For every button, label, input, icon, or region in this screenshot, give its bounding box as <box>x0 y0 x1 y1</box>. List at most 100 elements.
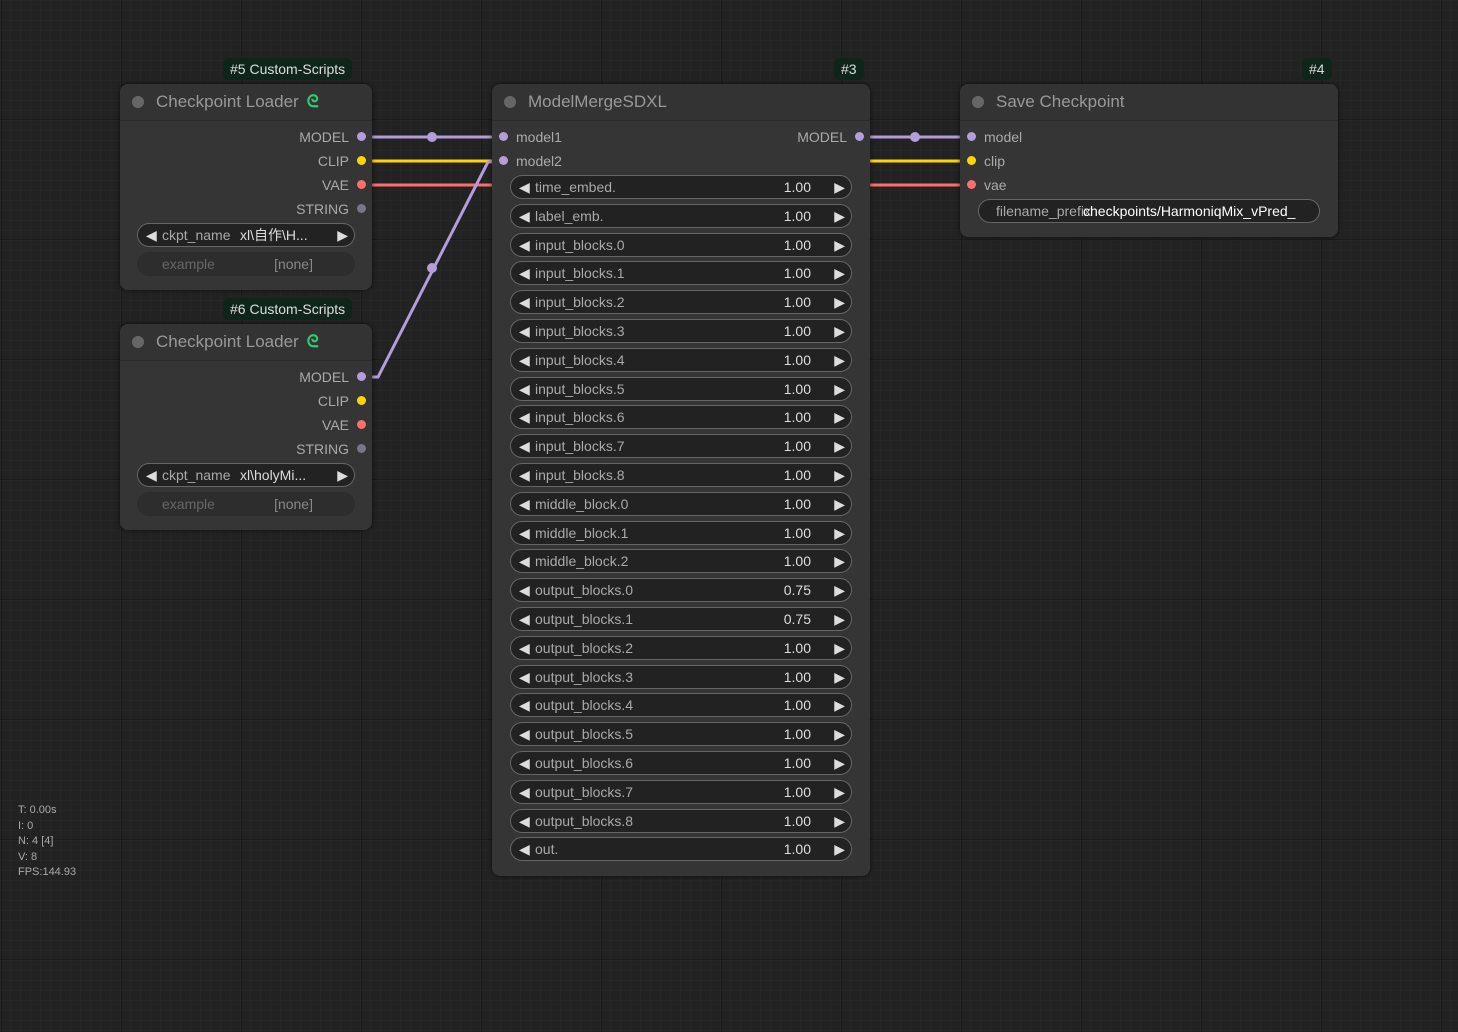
decrement-arrow-icon[interactable]: ◀ <box>519 666 530 688</box>
number-widget[interactable]: ◀ input_blocks.5 1.00 ▶ <box>510 376 852 401</box>
decrement-arrow-icon[interactable]: ◀ <box>519 205 530 227</box>
ckpt-name-combo[interactable]: ◀ ckpt_name xl\holyMi... ▶ <box>137 463 355 487</box>
node-title-bar[interactable]: Checkpoint Loader ᘓ <box>120 324 372 361</box>
decrement-arrow-icon[interactable]: ◀ <box>519 550 530 572</box>
number-widget[interactable]: ◀ input_blocks.4 1.00 ▶ <box>510 347 852 372</box>
number-widget[interactable]: ◀ input_blocks.1 1.00 ▶ <box>510 261 852 286</box>
input-model2[interactable]: model2 <box>499 151 562 171</box>
decrement-arrow-icon[interactable]: ◀ <box>519 723 530 745</box>
output-model[interactable]: MODEL <box>797 127 864 147</box>
increment-arrow-icon[interactable]: ▶ <box>834 752 845 774</box>
output-model[interactable]: MODEL <box>299 367 366 387</box>
decrement-arrow-icon[interactable]: ◀ <box>519 406 530 428</box>
decrement-arrow-icon[interactable]: ◀ <box>519 810 530 832</box>
decrement-arrow-icon[interactable]: ◀ <box>519 838 530 860</box>
increment-arrow-icon[interactable]: ▶ <box>834 522 845 544</box>
checkpoint-loader-node-6[interactable]: Checkpoint Loader ᘓ MODEL CLIP VAE STRING… <box>120 324 372 530</box>
output-string[interactable]: STRING <box>296 439 366 459</box>
filename-prefix-input[interactable]: filename_prefix checkpoints/HarmoniqMix_v… <box>978 199 1320 223</box>
increment-arrow-icon[interactable]: ▶ <box>834 723 845 745</box>
number-widget[interactable]: ◀ output_blocks.7 1.00 ▶ <box>510 779 852 804</box>
decrement-arrow-icon[interactable]: ◀ <box>519 435 530 457</box>
number-widget[interactable]: ◀ output_blocks.3 1.00 ▶ <box>510 664 852 689</box>
increment-arrow-icon[interactable]: ▶ <box>834 838 845 860</box>
input-vae[interactable]: vae <box>967 175 1007 195</box>
increment-arrow-icon[interactable]: ▶ <box>834 608 845 630</box>
decrement-arrow-icon[interactable]: ◀ <box>519 464 530 486</box>
increment-arrow-icon[interactable]: ▶ <box>834 435 845 457</box>
decrement-arrow-icon[interactable]: ◀ <box>519 176 530 198</box>
increment-arrow-icon[interactable]: ▶ <box>834 320 845 342</box>
increment-arrow-icon[interactable]: ▶ <box>834 464 845 486</box>
number-widget[interactable]: ◀ input_blocks.3 1.00 ▶ <box>510 319 852 343</box>
node-title-bar[interactable]: Save Checkpoint <box>960 84 1338 121</box>
number-widget[interactable]: ◀ input_blocks.2 1.00 ▶ <box>510 290 852 315</box>
number-widget[interactable]: ◀ input_blocks.7 1.00 ▶ <box>510 434 852 459</box>
increment-arrow-icon[interactable]: ▶ <box>834 810 845 832</box>
decrement-arrow-icon[interactable]: ◀ <box>519 608 530 630</box>
collapse-dot[interactable] <box>972 96 984 108</box>
output-clip[interactable]: CLIP <box>318 391 366 411</box>
number-widget[interactable]: ◀ output_blocks.1 0.75 ▶ <box>510 607 852 631</box>
decrement-arrow-icon[interactable]: ◀ <box>519 378 530 400</box>
increment-arrow-icon[interactable]: ▶ <box>834 493 845 515</box>
number-widget[interactable]: ◀ output_blocks.4 1.00 ▶ <box>510 693 852 718</box>
decrement-arrow-icon[interactable]: ◀ <box>519 752 530 774</box>
output-vae[interactable]: VAE <box>322 175 366 195</box>
increment-arrow-icon[interactable]: ▶ <box>834 349 845 371</box>
decrement-arrow-icon[interactable]: ◀ <box>519 579 530 601</box>
number-widget[interactable]: ◀ middle_block.2 1.00 ▶ <box>510 549 852 574</box>
increment-arrow-icon[interactable]: ▶ <box>834 781 845 803</box>
decrement-arrow-icon[interactable]: ◀ <box>519 262 530 284</box>
decrement-arrow-icon[interactable]: ◀ <box>519 320 530 342</box>
increment-arrow-icon[interactable]: ▶ <box>834 666 845 688</box>
number-widget[interactable]: ◀ output_blocks.2 1.00 ▶ <box>510 635 852 660</box>
decrement-arrow-icon[interactable]: ◀ <box>519 781 530 803</box>
number-widget[interactable]: ◀ middle_block.1 1.00 ▶ <box>510 520 852 545</box>
increment-arrow-icon[interactable]: ▶ <box>834 291 845 313</box>
number-widget[interactable]: ◀ middle_block.0 1.00 ▶ <box>510 491 852 516</box>
checkpoint-loader-node-5[interactable]: Checkpoint Loader ᘓ MODEL CLIP VAE STRING… <box>120 84 372 290</box>
number-widget[interactable]: ◀ out. 1.00 ▶ <box>510 837 852 862</box>
decrement-arrow-icon[interactable]: ◀ <box>519 637 530 659</box>
number-widget[interactable]: ◀ input_blocks.0 1.00 ▶ <box>510 232 852 257</box>
input-model1[interactable]: model1 <box>499 127 562 147</box>
decrement-arrow-icon[interactable]: ◀ <box>519 522 530 544</box>
increment-arrow-icon[interactable]: ▶ <box>834 234 845 256</box>
number-widget[interactable]: ◀ input_blocks.8 1.00 ▶ <box>510 463 852 487</box>
increment-arrow-icon[interactable]: ▶ <box>834 205 845 227</box>
increment-arrow-icon[interactable]: ▶ <box>834 406 845 428</box>
collapse-dot[interactable] <box>132 336 144 348</box>
model-merge-sdxl-node[interactable]: ModelMergeSDXL model1 model2 MODEL ◀ time… <box>492 84 870 876</box>
increment-arrow-icon[interactable]: ▶ <box>834 176 845 198</box>
decrement-arrow-icon[interactable]: ◀ <box>519 234 530 256</box>
decrement-arrow-icon[interactable]: ◀ <box>519 493 530 515</box>
increment-arrow-icon[interactable]: ▶ <box>834 262 845 284</box>
number-widget[interactable]: ◀ label_emb. 1.00 ▶ <box>510 203 852 228</box>
decrement-arrow-icon[interactable]: ◀ <box>519 349 530 371</box>
output-clip[interactable]: CLIP <box>318 151 366 171</box>
output-string[interactable]: STRING <box>296 199 366 219</box>
output-vae[interactable]: VAE <box>322 415 366 435</box>
number-widget[interactable]: ◀ output_blocks.8 1.00 ▶ <box>510 808 852 833</box>
input-clip[interactable]: clip <box>967 151 1005 171</box>
node-title-bar[interactable]: ModelMergeSDXL <box>492 84 870 121</box>
node-title-bar[interactable]: Checkpoint Loader ᘓ <box>120 84 372 121</box>
decrement-arrow-icon[interactable]: ◀ <box>519 694 530 716</box>
number-widget[interactable]: ◀ output_blocks.6 1.00 ▶ <box>510 751 852 775</box>
output-model[interactable]: MODEL <box>299 127 366 147</box>
number-widget[interactable]: ◀ output_blocks.5 1.00 ▶ <box>510 722 852 747</box>
ckpt-name-combo[interactable]: ◀ ckpt_name xl\自作\H... ▶ <box>137 223 355 247</box>
increment-arrow-icon[interactable]: ▶ <box>834 694 845 716</box>
collapse-dot[interactable] <box>504 96 516 108</box>
increment-arrow-icon[interactable]: ▶ <box>834 579 845 601</box>
increment-arrow-icon[interactable]: ▶ <box>834 637 845 659</box>
increment-arrow-icon[interactable]: ▶ <box>834 378 845 400</box>
number-widget[interactable]: ◀ output_blocks.0 0.75 ▶ <box>510 578 852 603</box>
number-widget[interactable]: ◀ input_blocks.6 1.00 ▶ <box>510 405 852 430</box>
input-model[interactable]: model <box>967 127 1022 147</box>
increment-arrow-icon[interactable]: ▶ <box>834 550 845 572</box>
number-widget[interactable]: ◀ time_embed. 1.00 ▶ <box>510 175 852 199</box>
decrement-arrow-icon[interactable]: ◀ <box>519 291 530 313</box>
collapse-dot[interactable] <box>132 96 144 108</box>
